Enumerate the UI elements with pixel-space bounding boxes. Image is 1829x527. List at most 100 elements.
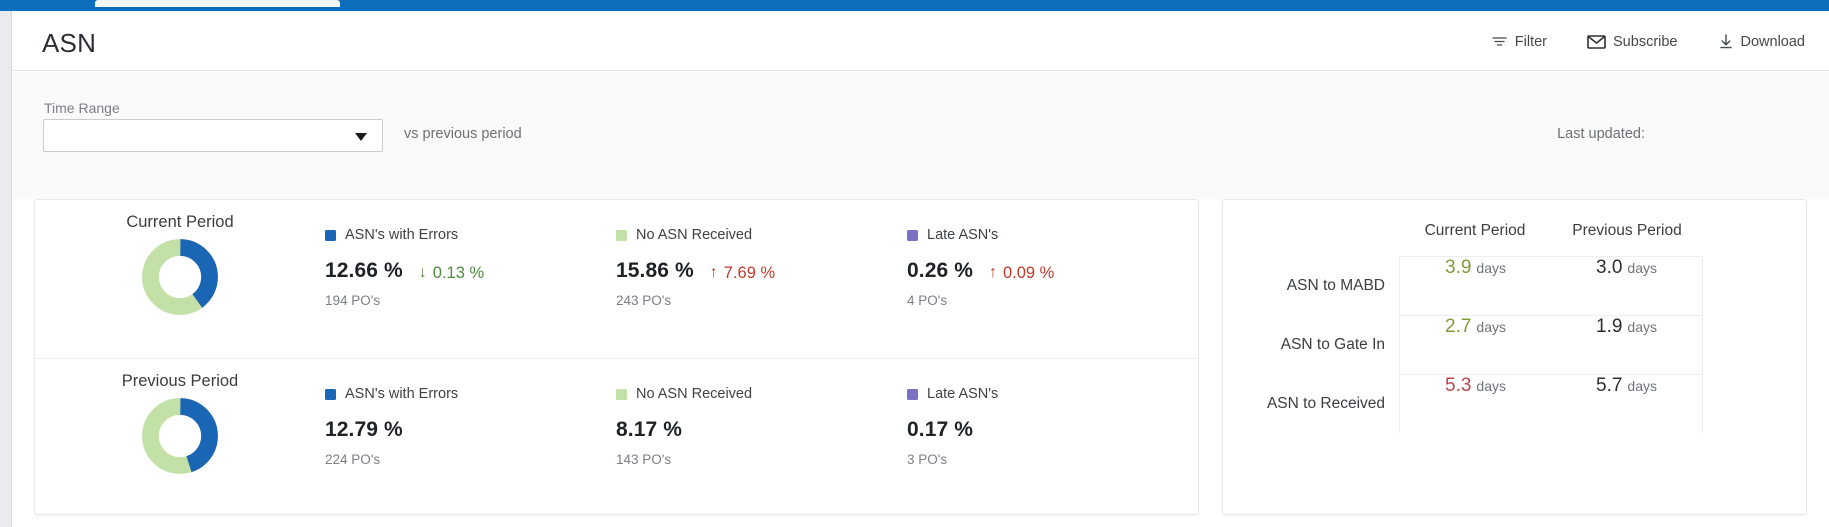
metric-no-asn-previous: No ASN Received 8.17 % 143 PO's: [616, 359, 907, 517]
cell-previous: 3.0 days: [1551, 257, 1702, 315]
metric-delta: ↓ 0.13 %: [419, 264, 484, 283]
cell-unit: days: [1476, 378, 1506, 394]
cell-value: 3.0: [1596, 257, 1623, 278]
legend-swatch-errors-icon: [325, 388, 336, 400]
metric-delta-value: 0.09 %: [1002, 263, 1055, 282]
metric-name: Late ASN's: [927, 386, 999, 402]
metric-delta-value: 7.69 %: [723, 263, 776, 282]
current-period-donut-block: Current Period: [35, 200, 325, 358]
metric-value: 0.26 %: [907, 259, 973, 282]
metric-value-row: 0.17 %: [907, 418, 1198, 442]
period-summary-card: Current Period ASN's with Errors 12.66 %: [34, 199, 1199, 515]
cycle-table-header: Current Period Previous Period: [1223, 200, 1808, 256]
metric-legend: Late ASN's: [907, 386, 1198, 402]
metric-value: 12.79 %: [325, 418, 403, 441]
metric-value: 15.86 %: [616, 259, 694, 282]
column-header-previous-period: Previous Period: [1572, 222, 1682, 239]
envelope-icon: [1587, 34, 1606, 50]
cell-current: 2.7 days: [1400, 316, 1551, 374]
time-range-label: Time Range: [44, 100, 120, 116]
metric-legend: No ASN Received: [616, 386, 907, 402]
download-button[interactable]: Download: [1718, 33, 1806, 50]
time-range-select[interactable]: [43, 119, 383, 152]
column-header-current-period: Current Period: [1424, 222, 1526, 239]
current-period-donut-chart: [142, 239, 218, 315]
cycle-time-card: Current Period Previous Period ASN to MA…: [1222, 199, 1807, 515]
table-row: ASN to Gate In 2.7 days 1.9 days: [1223, 315, 1808, 374]
metric-delta-value: 0.13 %: [432, 263, 485, 282]
filter-icon: [1491, 33, 1508, 50]
previous-period-donut-chart: [142, 398, 218, 474]
cell-value: 3.9: [1445, 257, 1472, 278]
filter-strip: Time Range vs previous period Last updat…: [12, 72, 1829, 199]
cell-value: 1.9: [1596, 316, 1623, 337]
page-header: ASN Filter Subscribe Download: [12, 11, 1829, 71]
arrow-up-icon: ↑: [988, 264, 997, 281]
legend-swatch-no-asn-icon: [616, 229, 627, 241]
cell-value: 5.3: [1445, 375, 1472, 396]
cell-unit: days: [1476, 319, 1506, 335]
metric-subtext: 194 PO's: [325, 293, 381, 308]
metric-value: 0.17 %: [907, 418, 973, 441]
metric-name: Late ASN's: [927, 227, 999, 243]
metric-subtext: 224 PO's: [325, 452, 381, 467]
metric-late-asn-previous: Late ASN's 0.17 % 3 PO's: [907, 359, 1198, 517]
metric-name: ASN's with Errors: [345, 227, 459, 243]
dashboard-page: ASN Filter Subscribe Download Time Range…: [0, 0, 1829, 527]
browser-tab[interactable]: [95, 0, 340, 7]
metric-legend: No ASN Received: [616, 227, 907, 243]
metric-legend: ASN's with Errors: [325, 227, 616, 243]
row-cells: 5.3 days 5.7 days: [1399, 374, 1703, 433]
metric-value-row: 12.79 %: [325, 418, 616, 442]
cell-unit: days: [1627, 319, 1657, 335]
metric-no-asn-current: No ASN Received 15.86 % ↑ 7.69 % 243 PO'…: [616, 200, 907, 358]
filter-button[interactable]: Filter: [1491, 33, 1547, 50]
row-cells: 3.9 days 3.0 days: [1399, 256, 1703, 315]
metric-subtext: 243 PO's: [616, 293, 672, 308]
metric-value-row: 8.17 %: [616, 418, 907, 442]
metric-subtext: 3 PO's: [907, 452, 948, 467]
legend-swatch-errors-icon: [325, 229, 336, 241]
cell-previous: 5.7 days: [1551, 375, 1702, 433]
metric-subtext: 4 PO's: [907, 293, 948, 308]
table-row: ASN to MABD 3.9 days 3.0 days: [1223, 256, 1808, 315]
arrow-down-icon: ↓: [418, 264, 427, 281]
arrow-up-icon: ↑: [709, 264, 718, 281]
current-period-title: Current Period: [126, 213, 234, 231]
metric-late-asn-current: Late ASN's 0.26 % ↑ 0.09 % 4 PO's: [907, 200, 1198, 358]
last-updated-label: Last updated:: [1557, 126, 1645, 142]
cell-unit: days: [1627, 260, 1657, 276]
metric-legend: ASN's with Errors: [325, 386, 616, 402]
browser-chrome-bar: [0, 0, 1829, 11]
legend-swatch-late-icon: [907, 388, 918, 400]
cycle-table-body: ASN to MABD 3.9 days 3.0 days ASN to Gat…: [1223, 256, 1808, 506]
subscribe-button[interactable]: Subscribe: [1587, 33, 1678, 50]
cell-current: 5.3 days: [1400, 375, 1551, 433]
metric-delta: ↑ 7.69 %: [710, 264, 775, 283]
metric-value: 12.66 %: [325, 259, 403, 282]
metric-value-row: 12.66 % ↓ 0.13 %: [325, 259, 616, 283]
download-label: Download: [1740, 33, 1806, 50]
subscribe-label: Subscribe: [1613, 33, 1678, 50]
metric-legend: Late ASN's: [907, 227, 1198, 243]
chevron-down-icon: [355, 133, 367, 141]
previous-period-row: Previous Period ASN's with Errors 12.79 …: [35, 358, 1198, 516]
metric-value: 8.17 %: [616, 418, 682, 441]
metric-value-row: 15.86 % ↑ 7.69 %: [616, 259, 907, 283]
row-cells: 2.7 days 1.9 days: [1399, 315, 1703, 374]
row-label: ASN to Received: [1266, 394, 1385, 412]
metric-delta: ↑ 0.09 %: [989, 264, 1054, 283]
metric-subtext: 143 PO's: [616, 452, 672, 467]
cell-unit: days: [1627, 378, 1657, 394]
row-label: ASN to MABD: [1286, 276, 1385, 294]
cell-value: 2.7: [1445, 316, 1472, 337]
metric-name: No ASN Received: [636, 227, 753, 243]
metric-value-row: 0.26 % ↑ 0.09 %: [907, 259, 1198, 283]
page-title: ASN: [42, 28, 97, 58]
filter-label: Filter: [1514, 33, 1548, 50]
table-row: ASN to Received 5.3 days 5.7 days: [1223, 374, 1808, 433]
current-period-metrics: ASN's with Errors 12.66 % ↓ 0.13 % 194 P…: [325, 200, 1198, 358]
current-period-row: Current Period ASN's with Errors 12.66 %: [35, 200, 1198, 358]
previous-period-donut-block: Previous Period: [35, 359, 325, 517]
previous-period-title: Previous Period: [121, 372, 239, 390]
